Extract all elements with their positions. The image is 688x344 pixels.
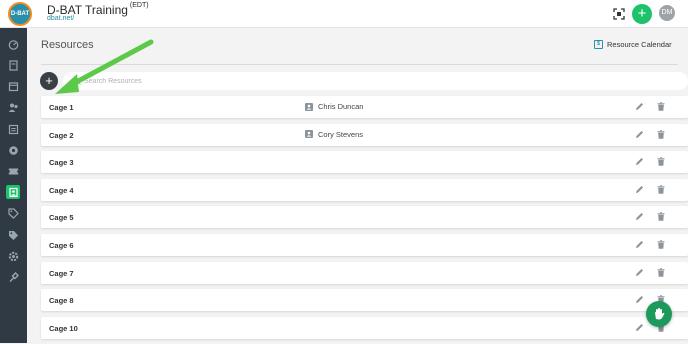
sidebar-item-resource[interactable] bbox=[6, 185, 20, 199]
users-icon bbox=[8, 103, 18, 112]
edit-icon[interactable] bbox=[635, 185, 644, 194]
resource-row[interactable]: Cage 8 bbox=[41, 289, 688, 312]
sidebar-item-price-tag[interactable] bbox=[6, 228, 20, 242]
qr-scan-icon[interactable] bbox=[613, 8, 625, 20]
plus-icon: + bbox=[637, 5, 647, 22]
quick-add-button[interactable]: + bbox=[632, 4, 652, 24]
book-icon bbox=[8, 59, 18, 71]
sidebar-item-gauge[interactable] bbox=[6, 143, 20, 157]
resource-row[interactable]: Cage 3 bbox=[41, 151, 688, 174]
trash-icon[interactable] bbox=[657, 102, 665, 111]
resource-calendar-label: Resource Calendar bbox=[607, 40, 672, 49]
resource-assignee: Chris Duncan bbox=[305, 102, 363, 111]
trash-icon[interactable] bbox=[657, 129, 665, 139]
edit-icon[interactable] bbox=[635, 212, 644, 221]
sidebar-item-list[interactable] bbox=[6, 122, 20, 136]
resource-name[interactable]: Cage 4 bbox=[49, 186, 74, 195]
user-avatar[interactable]: DM bbox=[659, 5, 675, 21]
sidebar-item-ticket[interactable] bbox=[6, 164, 20, 178]
trash-icon[interactable] bbox=[657, 212, 665, 222]
sidebar-item-users[interactable] bbox=[6, 100, 20, 114]
resource-row[interactable]: Cage 5 bbox=[41, 206, 688, 229]
assignee-name: Chris Duncan bbox=[318, 102, 364, 111]
sidebar-item-settings[interactable] bbox=[6, 249, 20, 263]
sidebar-item-tag[interactable] bbox=[6, 206, 20, 220]
sidebar-item-dashboard[interactable] bbox=[6, 37, 20, 51]
settings-icon bbox=[8, 251, 18, 261]
trash-icon[interactable] bbox=[657, 157, 665, 166]
edit-icon[interactable] bbox=[635, 157, 644, 166]
calendar-icon: $ bbox=[594, 40, 603, 49]
resource-row[interactable]: Cage 7 bbox=[41, 261, 688, 284]
resource-row[interactable]: Cage 2 Cory Stevens bbox=[41, 123, 688, 146]
resource-name[interactable]: Cage 7 bbox=[49, 269, 74, 278]
help-button[interactable] bbox=[646, 301, 672, 327]
dbat-logo[interactable]: D-BAT bbox=[8, 2, 32, 26]
trash-icon[interactable] bbox=[657, 185, 665, 194]
resource-row[interactable]: Cage 4 bbox=[41, 178, 688, 201]
search-input[interactable] bbox=[84, 72, 674, 90]
list-icon bbox=[8, 124, 18, 134]
price-tag-icon bbox=[8, 230, 18, 240]
edit-icon[interactable] bbox=[635, 268, 644, 277]
resource-name[interactable]: Cage 5 bbox=[49, 213, 74, 222]
trash-icon[interactable] bbox=[657, 267, 665, 277]
gauge-icon bbox=[8, 145, 18, 155]
hand-wave-icon bbox=[655, 308, 665, 320]
assignee-name: Cory Stevens bbox=[318, 129, 364, 139]
resource-list: Cage 1 Chris Duncan Cage 2 Cory Stevens Cage… bbox=[41, 96, 688, 344]
edit-icon[interactable] bbox=[635, 323, 644, 332]
edit-icon[interactable] bbox=[635, 295, 644, 304]
resource-row[interactable]: Cage 6 bbox=[41, 233, 688, 256]
contact-card-icon bbox=[305, 130, 313, 139]
resource-name[interactable]: Cage 8 bbox=[49, 296, 74, 305]
edit-icon[interactable] bbox=[635, 130, 644, 139]
resource-assignee: Cory Stevens bbox=[305, 130, 363, 139]
resource-icon bbox=[8, 187, 18, 197]
main-content: Resources $ Resource Calendar + Cage 1Ch… bbox=[27, 28, 688, 343]
sidebar-item-book[interactable] bbox=[6, 58, 20, 72]
org-link[interactable]: dbat.net/ bbox=[47, 15, 74, 22]
contact-card-icon bbox=[305, 102, 313, 111]
edit-icon[interactable] bbox=[635, 102, 644, 111]
dashboard-icon bbox=[8, 39, 18, 50]
sidebar-item-tools[interactable] bbox=[6, 270, 20, 284]
top-bar: D-BAT D-BAT Training (EDT) dbat.net/ + DM bbox=[0, 0, 688, 28]
tag-icon bbox=[7, 207, 19, 219]
timezone-label: (EDT) bbox=[129, 2, 149, 9]
resource-name[interactable]: Cage 6 bbox=[49, 241, 74, 250]
resource-name[interactable]: Cage 3 bbox=[49, 158, 74, 167]
resource-row[interactable]: Cage 10 bbox=[41, 316, 688, 339]
resource-name[interactable]: Cage 10 bbox=[49, 324, 78, 333]
resource-name[interactable]: Cage 2 bbox=[49, 131, 74, 140]
sidebar-item-calendar[interactable] bbox=[6, 79, 20, 93]
resource-calendar-link[interactable]: $ Resource Calendar bbox=[594, 40, 672, 49]
tools-icon bbox=[9, 271, 19, 282]
ticket-icon bbox=[7, 168, 19, 174]
edit-icon[interactable] bbox=[635, 240, 644, 249]
sidebar bbox=[0, 28, 27, 343]
trash-icon[interactable] bbox=[657, 240, 665, 249]
calendar-icon bbox=[8, 81, 18, 91]
annotation-arrow bbox=[55, 39, 154, 94]
